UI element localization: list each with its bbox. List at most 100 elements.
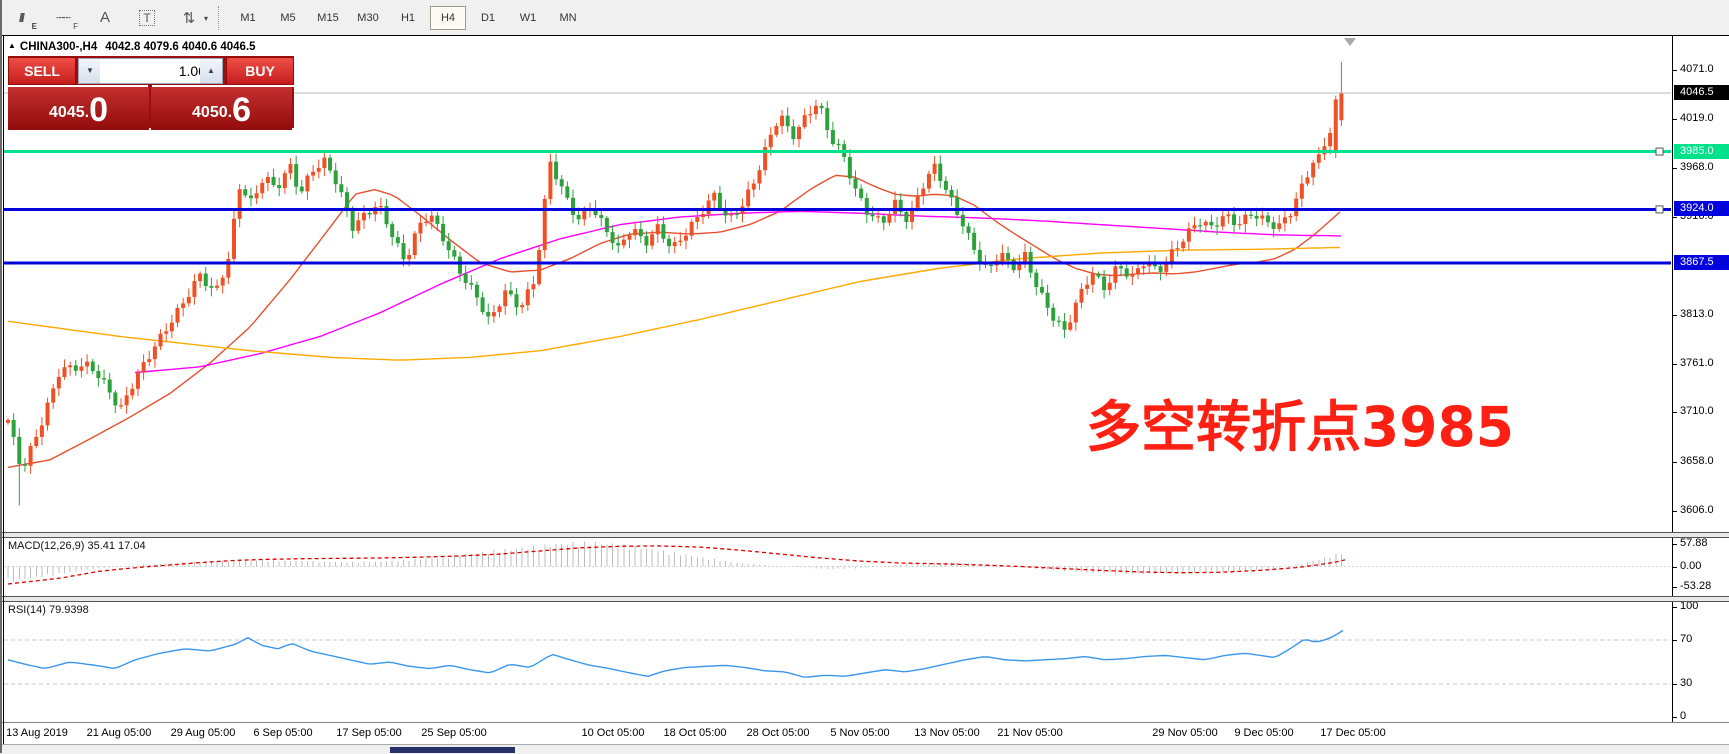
buy-price-big-digit: 6 bbox=[232, 92, 251, 128]
date-label: 25 Sep 05:00 bbox=[421, 727, 486, 739]
arrow-objects-icon-sub: ▾ bbox=[204, 14, 208, 23]
timeframe-button-h1[interactable]: H1 bbox=[390, 6, 426, 30]
timeframe-button-m30[interactable]: M30 bbox=[350, 6, 386, 30]
volume-decrease-button[interactable]: ▼ bbox=[78, 58, 102, 84]
timeframe-button-d1[interactable]: D1 bbox=[470, 6, 506, 30]
current-price-badge: 4046.5 bbox=[1674, 85, 1729, 100]
date-label: 9 Dec 05:00 bbox=[1234, 727, 1293, 739]
tick-dash bbox=[1673, 70, 1677, 71]
date-label: 21 Aug 05:00 bbox=[87, 727, 152, 739]
sell-price[interactable]: 4045. 0 bbox=[8, 87, 149, 130]
macd-tick-label: 57.88 bbox=[1680, 537, 1708, 549]
tick-dash bbox=[1673, 217, 1677, 218]
price-axis[interactable]: 4071.04019.03968.03916.03813.03761.03710… bbox=[1672, 36, 1729, 744]
scrollbar-thumb[interactable] bbox=[390, 747, 515, 753]
tick-dash bbox=[1673, 717, 1677, 718]
date-label: 18 Oct 05:00 bbox=[664, 727, 727, 739]
level-price-badge: 3924.0 bbox=[1674, 201, 1729, 216]
level-price-badge: 3867.5 bbox=[1674, 255, 1729, 270]
fibonacci-retracement-icon[interactable]: ┄┄F bbox=[45, 4, 81, 32]
rsi-pane-splitter[interactable] bbox=[0, 596, 1729, 602]
date-label: 13 Aug 2019 bbox=[6, 727, 68, 739]
equidistant-channel-icon[interactable]: ///E bbox=[3, 4, 39, 32]
chart-title: ▲CHINA300-,H44042.8 4079.6 4040.6 4046.5 bbox=[8, 41, 256, 53]
tick-dash bbox=[1673, 364, 1677, 365]
tick-dash bbox=[1673, 607, 1677, 608]
fibonacci-retracement-icon-sub: F bbox=[73, 22, 77, 31]
tick-dash bbox=[1673, 684, 1677, 685]
date-label: 5 Nov 05:00 bbox=[830, 727, 889, 739]
ma-mid-magenta bbox=[135, 211, 1341, 372]
text-box-glyph: T bbox=[139, 10, 154, 26]
price-tick-label: 3813.0 bbox=[1680, 308, 1714, 320]
trade-panel-prices: 4045. 0 4050. 6 bbox=[8, 87, 294, 128]
price-tick-label: 3606.0 bbox=[1680, 504, 1714, 516]
tick-dash bbox=[1673, 544, 1677, 545]
date-label: 6 Sep 05:00 bbox=[253, 727, 312, 739]
tick-dash bbox=[1673, 567, 1677, 568]
timeframe-button-h4[interactable]: H4 bbox=[430, 6, 466, 30]
text-box-icon[interactable]: T bbox=[129, 4, 165, 32]
tick-dash bbox=[1673, 168, 1677, 169]
tick-dash bbox=[1673, 412, 1677, 413]
rsi-tick-label: 70 bbox=[1680, 633, 1692, 645]
date-label: 13 Nov 05:00 bbox=[914, 727, 979, 739]
price-tick-label: 3761.0 bbox=[1680, 357, 1714, 369]
tick-dash bbox=[1673, 511, 1677, 512]
text-label-icon[interactable]: A bbox=[87, 4, 123, 32]
price-tick-label: 3968.0 bbox=[1680, 161, 1714, 173]
volume-input[interactable]: 1.00 bbox=[100, 58, 213, 84]
timeframe-button-m1[interactable]: M1 bbox=[230, 6, 266, 30]
rsi-tick-label: 30 bbox=[1680, 677, 1692, 689]
window-left-edge bbox=[0, 0, 2, 753]
date-label: 10 Oct 05:00 bbox=[582, 727, 645, 739]
trade-panel-top-row: SELL ▼ 1.00 ▲ BUY bbox=[8, 56, 294, 85]
rsi-label: RSI(14) 79.9398 bbox=[8, 604, 89, 616]
level-handle[interactable] bbox=[1656, 206, 1663, 213]
time-axis[interactable]: 13 Aug 2019 21 Aug 05:00 29 Aug 05:00 6 Sep… bbox=[0, 722, 1729, 745]
equidistant-channel-icon-sub: E bbox=[32, 22, 35, 31]
tick-dash bbox=[1673, 315, 1677, 316]
arrow-objects-icon[interactable]: ⇅▾ bbox=[171, 4, 207, 32]
timeframe-button-m5[interactable]: M5 bbox=[270, 6, 306, 30]
ohlc-values: 4042.8 4079.6 4040.6 4046.5 bbox=[105, 41, 255, 53]
price-tick-label: 4019.0 bbox=[1680, 112, 1714, 124]
chart-annotation-text: 多空转折点3985 bbox=[1086, 382, 1514, 462]
symbol-collapse-icon[interactable]: ▲ bbox=[8, 41, 16, 50]
sell-price-big-digit: 0 bbox=[89, 92, 108, 128]
macd-pane-splitter[interactable] bbox=[0, 532, 1729, 538]
toolbar: ///E┄┄FAT ⇅▾ M1M5M15M30H1H4D1W1MN bbox=[0, 0, 1729, 36]
sell-price-main: 4045. bbox=[49, 98, 89, 128]
date-label: 29 Aug 05:00 bbox=[171, 727, 236, 739]
price-tick-label: 4071.0 bbox=[1680, 63, 1714, 75]
tick-dash bbox=[1673, 587, 1677, 588]
line-studies-toolbar: ///E┄┄FAT ⇅▾ bbox=[0, 4, 210, 32]
macd-signal-line bbox=[8, 546, 1345, 584]
one-click-trading-panel: SELL ▼ 1.00 ▲ BUY 4045. 0 4050. 6 bbox=[8, 56, 294, 128]
timeframe-button-w1[interactable]: W1 bbox=[510, 6, 546, 30]
timeframe-button-m15[interactable]: M15 bbox=[310, 6, 346, 30]
buy-price-main: 4050. bbox=[192, 98, 232, 128]
price-tick-label: 3658.0 bbox=[1680, 455, 1714, 467]
rsi-tick-label: 0 bbox=[1680, 710, 1686, 722]
date-label: 28 Oct 05:00 bbox=[747, 727, 810, 739]
macd-tick-label: 0.00 bbox=[1680, 560, 1701, 572]
tick-dash bbox=[1673, 119, 1677, 120]
level-handle[interactable] bbox=[1656, 148, 1663, 155]
rsi-line bbox=[8, 630, 1343, 677]
price-tick-label: 3710.0 bbox=[1680, 405, 1714, 417]
date-label: 29 Nov 05:00 bbox=[1152, 727, 1217, 739]
date-label: 17 Sep 05:00 bbox=[336, 727, 401, 739]
sell-button[interactable]: SELL bbox=[8, 57, 76, 85]
chart-shift-marker bbox=[1344, 38, 1356, 46]
volume-increase-button[interactable]: ▲ bbox=[200, 58, 223, 84]
date-label: 17 Dec 05:00 bbox=[1320, 727, 1385, 739]
buy-price[interactable]: 4050. 6 bbox=[151, 87, 292, 130]
macd-label: MACD(12,26,9) 35.41 17.04 bbox=[8, 540, 146, 552]
tick-dash bbox=[1673, 462, 1677, 463]
timeframe-button-mn[interactable]: MN bbox=[550, 6, 586, 30]
date-label: 21 Nov 05:00 bbox=[997, 727, 1062, 739]
toolbar-separator bbox=[218, 6, 220, 30]
plot-left-border bbox=[3, 36, 4, 744]
buy-button[interactable]: BUY bbox=[226, 57, 294, 85]
